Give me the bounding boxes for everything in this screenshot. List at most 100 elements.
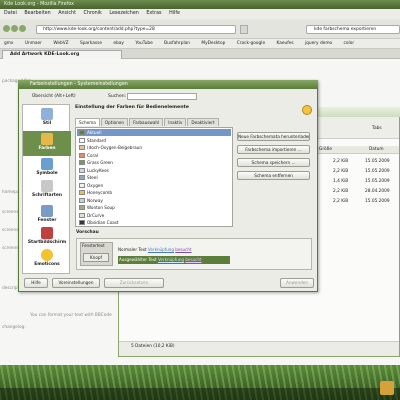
bookmark[interactable]: WebVZ [53, 41, 68, 46]
scheme-item[interactable]: (doch-Oxygen-Beigebraun [77, 144, 231, 151]
scheme-swatch [79, 182, 85, 188]
bookmark[interactable]: color [344, 41, 355, 46]
scheme-item[interactable]: Norway [77, 197, 231, 204]
delete-scheme-button[interactable]: Schema entfernen [237, 171, 310, 180]
menu-file[interactable]: Datei [4, 11, 17, 16]
page-label: changelog: [2, 325, 26, 330]
scheme-swatch [79, 137, 85, 143]
preview-button: Knopf [83, 253, 109, 262]
scheme-item[interactable]: Coral [77, 152, 231, 159]
bookmark[interactable]: jquery demo [305, 41, 332, 46]
bookmark[interactable]: Sparkasse [80, 41, 102, 46]
menu-bookmarks[interactable]: Lesezeichen [109, 11, 138, 16]
emoticon-icon [41, 249, 53, 261]
scheme-item[interactable]: Oxygen [77, 182, 231, 189]
scheme-name: Grass Green [87, 160, 113, 165]
bookmark[interactable]: ebay [113, 41, 124, 46]
dialog-search-input[interactable] [127, 93, 197, 100]
scheme-item[interactable]: Standard [77, 137, 231, 144]
tabs-button[interactable]: Tabs [372, 125, 394, 133]
scheme-swatch [79, 152, 85, 158]
defaults-button[interactable]: Voreinstellungen [52, 278, 100, 288]
tab-inactive[interactable]: Inaktiv [164, 118, 187, 126]
icons-icon [41, 158, 53, 170]
download-schemes-button[interactable]: Neue Farbschemata herunterladen ... [237, 132, 310, 141]
apply-button[interactable]: Anwenden [280, 278, 314, 288]
preview-selected-text: Ausgewählter Text Verknüpfung besucht [118, 256, 230, 264]
scheme-item[interactable]: Honeycomb [77, 189, 231, 196]
bookmark[interactable]: Unmaer [25, 41, 42, 46]
scheme-name: Wonton Soup [87, 205, 115, 210]
bookmark[interactable]: Kaeufes [276, 41, 293, 46]
colors-icon [41, 133, 53, 145]
sidebar-item-icons[interactable]: Symbole [23, 156, 71, 178]
scheme-swatch [79, 167, 85, 173]
column-date[interactable]: Datum [369, 146, 384, 154]
sidebar-item-splash[interactable]: Startbildschirm [23, 225, 71, 247]
overview-back-button[interactable]: Übersicht (Alt+Left) [22, 92, 86, 101]
settings-sidebar: Stil Farben Symbole Schriftarten Fenster… [22, 104, 71, 274]
help-button[interactable]: Hilfe [24, 278, 48, 288]
scheme-name: Steel [87, 175, 98, 180]
scheme-name: Aktuell [87, 130, 102, 135]
import-scheme-button[interactable]: Farbschema importieren ... [237, 145, 310, 154]
forward-icon[interactable] [11, 25, 18, 32]
window-icon [41, 205, 53, 217]
sidebar-item-style[interactable]: Stil [23, 106, 71, 131]
bookmark[interactable]: Busfahrplan [164, 41, 190, 46]
scheme-item[interactable]: Obsidian Coast [77, 219, 231, 226]
tab-colors[interactable]: Farbauswahl [129, 118, 164, 126]
scheme-item[interactable]: Aktuell [77, 129, 231, 136]
menu-tools[interactable]: Extras [146, 11, 161, 16]
scheme-item[interactable]: LuckyKees [77, 167, 231, 174]
tab-scheme[interactable]: Schema [75, 118, 100, 126]
bbcode-note: You can format your text with BBCode [30, 313, 112, 318]
menu-bar: Datei Bearbeiten Ansicht Chronik Lesezei… [0, 9, 400, 19]
settings-heading: Einstellung der Farben für Bedienelement… [75, 105, 189, 110]
scheme-swatch [79, 220, 85, 225]
sidebar-item-windows[interactable]: Fenster [23, 203, 71, 225]
sidebar-item-emoticons[interactable]: Emoticons [23, 247, 71, 272]
column-size[interactable]: Größe [319, 146, 332, 154]
fonts-icon [41, 180, 53, 192]
bookmark[interactable]: YouTube [135, 41, 152, 46]
bookmark[interactable]: MyDesktop [201, 41, 225, 46]
help-icon[interactable] [302, 105, 312, 115]
tab-add-artwork[interactable]: Add Artwork KDE-Look.org [2, 50, 122, 59]
tab-disabled[interactable]: Deaktiviert [187, 118, 219, 126]
reload-icon[interactable] [19, 25, 26, 32]
scheme-item[interactable]: Steel [77, 174, 231, 181]
reset-button[interactable]: Zurücksetzen [104, 278, 164, 288]
scheme-name: Norway [87, 197, 103, 203]
menu-view[interactable]: Ansicht [58, 11, 76, 16]
preview-normal-text: Normaler Text Verknüpfung besucht [118, 247, 192, 252]
url-input[interactable]: http://www.kde-look.org/content/add.php?… [36, 25, 236, 34]
search-input[interactable]: kde farbschema exportieren [306, 25, 400, 34]
scheme-list: Aktuell Standard (doch-Oxygen-Beigebraun Co… [75, 127, 233, 227]
scheme-item[interactable]: Wonton Soup [77, 204, 231, 211]
sidebar-item-colors[interactable]: Farben [23, 131, 71, 156]
scheme-name: Honeycomb [87, 190, 113, 195]
bookmark[interactable]: Crack-google [237, 41, 265, 46]
scheme-name: LuckyKees [87, 167, 109, 173]
bookmark[interactable]: gmx [4, 41, 13, 46]
menu-help[interactable]: Hilfe [169, 11, 180, 16]
scheme-swatch [79, 190, 85, 195]
go-button[interactable] [240, 25, 248, 34]
sidebar-item-fonts[interactable]: Schriftarten [23, 178, 71, 203]
style-icon [41, 108, 53, 120]
scheme-item[interactable]: DrCurve [77, 212, 231, 219]
scheme-item[interactable]: Grass Green [77, 159, 231, 166]
window-title: Kde Look.org - Mozilla Firefox [0, 0, 400, 9]
dialog-title: Farbeinstellungen - Systemeinstellungen [18, 80, 318, 89]
file-manager-status: 5 Dateien (10,2 KiB) [119, 341, 399, 356]
back-icon[interactable] [3, 25, 10, 32]
save-scheme-button[interactable]: Schema speichern ... [237, 158, 310, 167]
scheme-name: Standard [87, 137, 107, 143]
scheme-name: DrCurve [87, 212, 105, 218]
menu-edit[interactable]: Bearbeiten [24, 11, 50, 16]
tab-options[interactable]: Optionen [100, 118, 129, 126]
tray-icon[interactable] [380, 381, 394, 395]
preview-window-text: Fenstertext [82, 243, 105, 248]
menu-history[interactable]: Chronik [83, 11, 101, 16]
